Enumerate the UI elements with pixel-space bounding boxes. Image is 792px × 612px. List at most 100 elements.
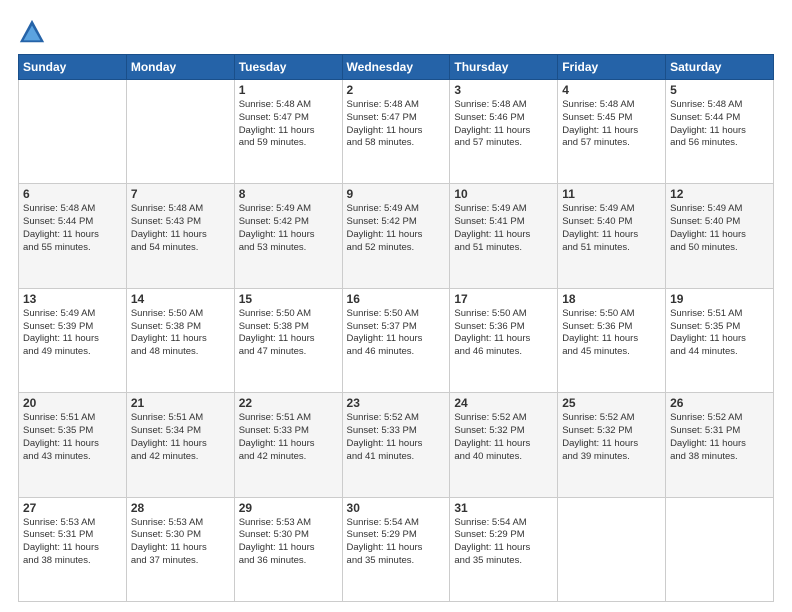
weekday-header: Wednesday: [342, 55, 450, 80]
day-info: Sunrise: 5:48 AM Sunset: 5:44 PM Dayligh…: [23, 203, 122, 254]
calendar-cell: 19 Sunrise: 5:51 AM Sunset: 5:35 PM Dayli…: [666, 288, 774, 392]
calendar-week-row: 13 Sunrise: 5:49 AM Sunset: 5:39 PM Dayli…: [19, 288, 774, 392]
day-info: Sunrise: 5:52 AM Sunset: 5:31 PM Dayligh…: [670, 412, 769, 463]
day-number: 10: [454, 187, 553, 201]
day-info: Sunrise: 5:51 AM Sunset: 5:33 PM Dayligh…: [239, 412, 338, 463]
calendar-cell: 27 Sunrise: 5:53 AM Sunset: 5:31 PM Dayli…: [19, 497, 127, 601]
day-number: 20: [23, 396, 122, 410]
calendar-cell: 26 Sunrise: 5:52 AM Sunset: 5:31 PM Dayli…: [666, 393, 774, 497]
day-info: Sunrise: 5:48 AM Sunset: 5:46 PM Dayligh…: [454, 99, 553, 150]
day-number: 21: [131, 396, 230, 410]
day-number: 22: [239, 396, 338, 410]
day-info: Sunrise: 5:52 AM Sunset: 5:32 PM Dayligh…: [562, 412, 661, 463]
day-number: 2: [347, 83, 446, 97]
calendar-cell: 3 Sunrise: 5:48 AM Sunset: 5:46 PM Daylig…: [450, 80, 558, 184]
day-number: 29: [239, 501, 338, 515]
day-number: 17: [454, 292, 553, 306]
calendar-cell: 2 Sunrise: 5:48 AM Sunset: 5:47 PM Daylig…: [342, 80, 450, 184]
day-info: Sunrise: 5:49 AM Sunset: 5:40 PM Dayligh…: [670, 203, 769, 254]
weekday-header: Tuesday: [234, 55, 342, 80]
day-number: 6: [23, 187, 122, 201]
day-number: 7: [131, 187, 230, 201]
day-number: 28: [131, 501, 230, 515]
calendar-cell: [19, 80, 127, 184]
day-number: 3: [454, 83, 553, 97]
calendar-cell: 4Sunrise: 5:48 AM Sunset: 5:45 PM Daylig…: [558, 80, 666, 184]
calendar-week-row: 6 Sunrise: 5:48 AM Sunset: 5:44 PM Daylig…: [19, 184, 774, 288]
day-number: 25: [562, 396, 661, 410]
day-info: Sunrise: 5:50 AM Sunset: 5:38 PM Dayligh…: [131, 308, 230, 359]
weekday-header: Saturday: [666, 55, 774, 80]
calendar-cell: 10 Sunrise: 5:49 AM Sunset: 5:41 PM Dayli…: [450, 184, 558, 288]
day-info: Sunrise: 5:49 AM Sunset: 5:39 PM Dayligh…: [23, 308, 122, 359]
day-info: Sunrise: 5:52 AM Sunset: 5:33 PM Dayligh…: [347, 412, 446, 463]
day-info: Sunrise: 5:48 AM Sunset: 5:45 PM Dayligh…: [562, 99, 661, 150]
calendar-cell: 20 Sunrise: 5:51 AM Sunset: 5:35 PM Dayli…: [19, 393, 127, 497]
header: [18, 18, 774, 46]
day-info: Sunrise: 5:53 AM Sunset: 5:30 PM Dayligh…: [131, 517, 230, 568]
calendar-week-row: 20 Sunrise: 5:51 AM Sunset: 5:35 PM Dayli…: [19, 393, 774, 497]
day-info: Sunrise: 5:51 AM Sunset: 5:35 PM Dayligh…: [670, 308, 769, 359]
day-info: Sunrise: 5:49 AM Sunset: 5:42 PM Dayligh…: [239, 203, 338, 254]
calendar-cell: 7 Sunrise: 5:48 AM Sunset: 5:43 PM Daylig…: [126, 184, 234, 288]
calendar-header-row: SundayMondayTuesdayWednesdayThursdayFrid…: [19, 55, 774, 80]
day-info: Sunrise: 5:53 AM Sunset: 5:31 PM Dayligh…: [23, 517, 122, 568]
calendar-cell: 8Sunrise: 5:49 AM Sunset: 5:42 PM Daylig…: [234, 184, 342, 288]
calendar-cell: 9Sunrise: 5:49 AM Sunset: 5:42 PM Daylig…: [342, 184, 450, 288]
day-info: Sunrise: 5:48 AM Sunset: 5:47 PM Dayligh…: [239, 99, 338, 150]
day-info: Sunrise: 5:48 AM Sunset: 5:44 PM Dayligh…: [670, 99, 769, 150]
weekday-header: Friday: [558, 55, 666, 80]
day-info: Sunrise: 5:48 AM Sunset: 5:47 PM Dayligh…: [347, 99, 446, 150]
day-info: Sunrise: 5:51 AM Sunset: 5:34 PM Dayligh…: [131, 412, 230, 463]
calendar-cell: 23 Sunrise: 5:52 AM Sunset: 5:33 PM Dayli…: [342, 393, 450, 497]
calendar-cell: 12 Sunrise: 5:49 AM Sunset: 5:40 PM Dayli…: [666, 184, 774, 288]
calendar-cell: [666, 497, 774, 601]
calendar-cell: 5 Sunrise: 5:48 AM Sunset: 5:44 PM Daylig…: [666, 80, 774, 184]
calendar-week-row: 27 Sunrise: 5:53 AM Sunset: 5:31 PM Dayli…: [19, 497, 774, 601]
day-number: 26: [670, 396, 769, 410]
day-number: 31: [454, 501, 553, 515]
logo: [18, 18, 50, 46]
weekday-header: Thursday: [450, 55, 558, 80]
day-info: Sunrise: 5:49 AM Sunset: 5:42 PM Dayligh…: [347, 203, 446, 254]
day-number: 13: [23, 292, 122, 306]
day-number: 11: [562, 187, 661, 201]
calendar-cell: 25 Sunrise: 5:52 AM Sunset: 5:32 PM Dayli…: [558, 393, 666, 497]
calendar-cell: 30 Sunrise: 5:54 AM Sunset: 5:29 PM Dayli…: [342, 497, 450, 601]
calendar-cell: 17 Sunrise: 5:50 AM Sunset: 5:36 PM Dayli…: [450, 288, 558, 392]
calendar-cell: [126, 80, 234, 184]
calendar-cell: 16 Sunrise: 5:50 AM Sunset: 5:37 PM Dayli…: [342, 288, 450, 392]
day-number: 19: [670, 292, 769, 306]
day-info: Sunrise: 5:48 AM Sunset: 5:43 PM Dayligh…: [131, 203, 230, 254]
day-number: 30: [347, 501, 446, 515]
page: SundayMondayTuesdayWednesdayThursdayFrid…: [0, 0, 792, 612]
day-info: Sunrise: 5:50 AM Sunset: 5:36 PM Dayligh…: [562, 308, 661, 359]
day-number: 16: [347, 292, 446, 306]
day-number: 15: [239, 292, 338, 306]
calendar-table: SundayMondayTuesdayWednesdayThursdayFrid…: [18, 54, 774, 602]
calendar-cell: 6 Sunrise: 5:48 AM Sunset: 5:44 PM Daylig…: [19, 184, 127, 288]
day-number: 14: [131, 292, 230, 306]
day-number: 27: [23, 501, 122, 515]
calendar-cell: 11Sunrise: 5:49 AM Sunset: 5:40 PM Dayli…: [558, 184, 666, 288]
day-number: 23: [347, 396, 446, 410]
day-info: Sunrise: 5:50 AM Sunset: 5:37 PM Dayligh…: [347, 308, 446, 359]
calendar-cell: 14 Sunrise: 5:50 AM Sunset: 5:38 PM Dayli…: [126, 288, 234, 392]
weekday-header: Monday: [126, 55, 234, 80]
day-number: 5: [670, 83, 769, 97]
day-number: 1: [239, 83, 338, 97]
day-info: Sunrise: 5:51 AM Sunset: 5:35 PM Dayligh…: [23, 412, 122, 463]
day-info: Sunrise: 5:49 AM Sunset: 5:41 PM Dayligh…: [454, 203, 553, 254]
calendar-cell: 15Sunrise: 5:50 AM Sunset: 5:38 PM Dayli…: [234, 288, 342, 392]
calendar-week-row: 1 Sunrise: 5:48 AM Sunset: 5:47 PM Daylig…: [19, 80, 774, 184]
calendar-cell: 24Sunrise: 5:52 AM Sunset: 5:32 PM Dayli…: [450, 393, 558, 497]
calendar-cell: 1 Sunrise: 5:48 AM Sunset: 5:47 PM Daylig…: [234, 80, 342, 184]
day-info: Sunrise: 5:50 AM Sunset: 5:36 PM Dayligh…: [454, 308, 553, 359]
calendar-cell: 31Sunrise: 5:54 AM Sunset: 5:29 PM Dayli…: [450, 497, 558, 601]
calendar-cell: 22 Sunrise: 5:51 AM Sunset: 5:33 PM Dayli…: [234, 393, 342, 497]
calendar-cell: [558, 497, 666, 601]
day-number: 24: [454, 396, 553, 410]
calendar-cell: 29Sunrise: 5:53 AM Sunset: 5:30 PM Dayli…: [234, 497, 342, 601]
day-info: Sunrise: 5:54 AM Sunset: 5:29 PM Dayligh…: [347, 517, 446, 568]
day-number: 12: [670, 187, 769, 201]
